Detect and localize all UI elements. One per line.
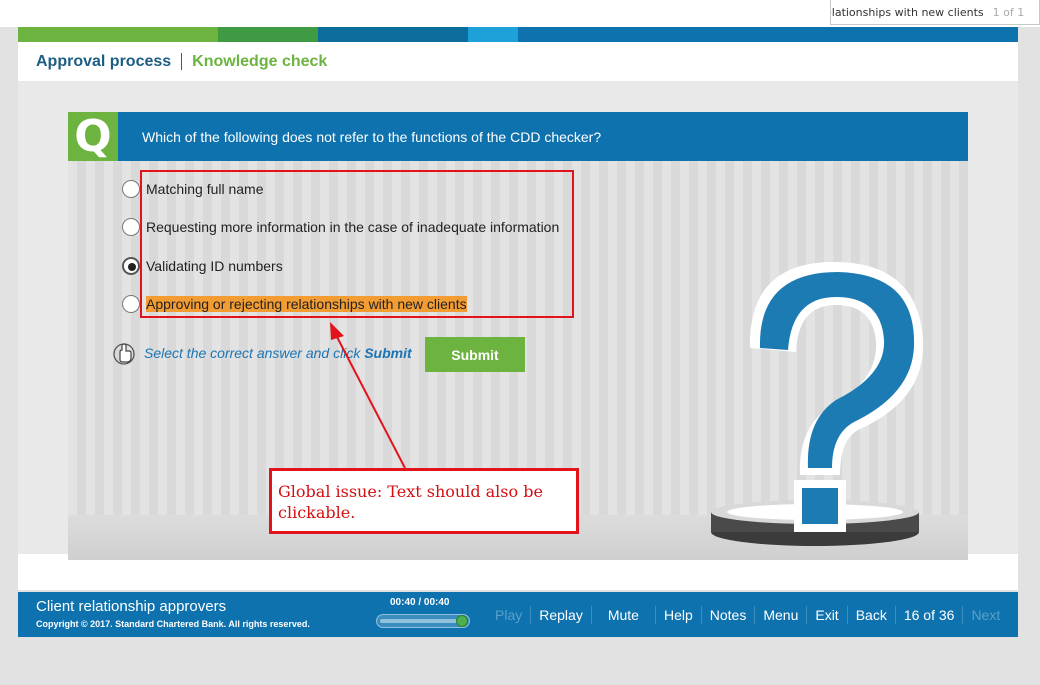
question-bar: Q Which of the following does not refer … (68, 112, 968, 162)
progress-knob[interactable] (456, 615, 468, 627)
section-title: Approval process (36, 52, 172, 70)
radio-button[interactable] (122, 218, 140, 236)
find-bar[interactable]: elationships with new clients 1 of 1 (830, 0, 1040, 25)
module-title: Knowledge check (192, 52, 328, 70)
page-header: Approval process Knowledge check (18, 42, 1018, 81)
page-counter: 16 of 36 (894, 605, 963, 624)
audio-progress-bar[interactable] (376, 614, 470, 628)
timer: 00:40 / 00:40 (390, 597, 450, 608)
instruction-prefix: Select the correct answer and click (144, 345, 365, 361)
course-title: Client relationship approvers (36, 598, 227, 615)
copyright: Copyright © 2017. Standard Chartered Ban… (36, 619, 310, 629)
back-button[interactable]: Back (846, 605, 895, 624)
player-footer: Client relationship approvers Copyright … (18, 592, 1018, 637)
question-text: Which of the following does not refer to… (142, 128, 602, 145)
instruction: Select the correct answer and click Subm… (112, 340, 412, 366)
notes-button[interactable]: Notes (700, 605, 755, 624)
help-button[interactable]: Help (654, 605, 701, 624)
annotation-callout: Global issue: Text should also be clicka… (269, 468, 579, 534)
exit-button[interactable]: Exit (806, 605, 846, 624)
player-nav: Play Replay Mute Help Notes Menu Exit Ba… (487, 592, 1008, 637)
radio-button[interactable] (122, 180, 140, 198)
radio-button-selected[interactable] (122, 257, 140, 275)
header-divider (181, 53, 183, 70)
radio-button[interactable] (122, 295, 140, 313)
question-badge: Q (68, 112, 118, 162)
progress-fill (380, 619, 466, 623)
instruction-text: Select the correct answer and click Subm… (144, 345, 412, 361)
brand-color-strip (18, 27, 1018, 42)
find-count: 1 of 1 (992, 5, 1025, 19)
find-query[interactable]: elationships with new clients (831, 6, 984, 19)
replay-button[interactable]: Replay (530, 605, 591, 624)
instruction-action: Submit (364, 345, 412, 361)
play-button[interactable]: Play (487, 606, 530, 624)
mute-button[interactable]: Mute (590, 605, 655, 624)
hand-pointer-icon (113, 343, 135, 365)
question-mark-illustration (711, 262, 924, 546)
annotation-highlight-box (140, 170, 574, 318)
submit-button[interactable]: Submit (425, 337, 525, 372)
next-button[interactable]: Next (962, 605, 1008, 624)
menu-button[interactable]: Menu (754, 605, 806, 624)
